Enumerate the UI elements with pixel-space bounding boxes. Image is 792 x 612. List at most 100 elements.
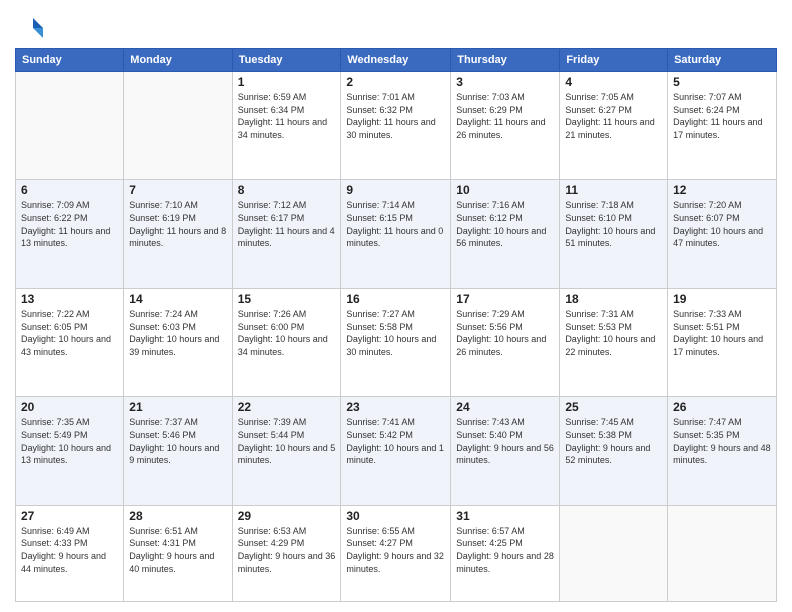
calendar-cell: 21 Sunrise: 7:37 AM Sunset: 5:46 PM Dayli… [124, 397, 232, 505]
day-number: 10 [456, 183, 554, 197]
calendar-cell: 31Sunrise: 6:57 AM Sunset: 4:25 PM Dayli… [451, 505, 560, 601]
calendar-week-2: 6 Sunrise: 7:09 AM Sunset: 6:22 PM Daylig… [16, 180, 777, 288]
calendar-cell: 15Sunrise: 7:26 AM Sunset: 6:00 PM Dayli… [232, 288, 341, 396]
day-number: 11 [565, 183, 662, 197]
day-info: Sunrise: 6:51 AM Sunset: 4:31 PM Dayligh… [129, 525, 226, 575]
day-info: Sunrise: 7:37 AM Sunset: 5:46 PM Dayligh… [129, 416, 226, 466]
day-number: 16 [346, 292, 445, 306]
day-info: Sunrise: 6:55 AM Sunset: 4:27 PM Dayligh… [346, 525, 445, 575]
calendar-cell: 22 Sunrise: 7:39 AM Sunset: 5:44 PM Dayli… [232, 397, 341, 505]
calendar-header-row: SundayMondayTuesdayWednesdayThursdayFrid… [16, 49, 777, 72]
calendar-cell: 1 Sunrise: 6:59 AM Sunset: 6:34 PM Daylig… [232, 72, 341, 180]
day-info: Sunrise: 7:09 AM Sunset: 6:22 PM Dayligh… [21, 199, 118, 249]
day-number: 20 [21, 400, 118, 414]
calendar-cell: 7Sunrise: 7:10 AM Sunset: 6:19 PM Daylig… [124, 180, 232, 288]
calendar-cell: 5 Sunrise: 7:07 AM Sunset: 6:24 PM Daylig… [668, 72, 777, 180]
calendar-week-4: 20 Sunrise: 7:35 AM Sunset: 5:49 PM Dayli… [16, 397, 777, 505]
day-number: 25 [565, 400, 662, 414]
logo-icon [15, 14, 43, 42]
day-info: Sunrise: 7:20 AM Sunset: 6:07 PM Dayligh… [673, 199, 771, 249]
calendar-cell: 26 Sunrise: 7:47 AM Sunset: 5:35 PM Dayli… [668, 397, 777, 505]
day-number: 23 [346, 400, 445, 414]
day-number: 29 [238, 509, 336, 523]
calendar-cell: 18 Sunrise: 7:31 AM Sunset: 5:53 PM Dayli… [560, 288, 668, 396]
weekday-header-saturday: Saturday [668, 49, 777, 72]
calendar-cell: 11 Sunrise: 7:18 AM Sunset: 6:10 PM Dayli… [560, 180, 668, 288]
calendar-cell: 23 Sunrise: 7:41 AM Sunset: 5:42 PM Dayli… [341, 397, 451, 505]
day-info: Sunrise: 7:07 AM Sunset: 6:24 PM Dayligh… [673, 91, 771, 141]
day-number: 2 [346, 75, 445, 89]
calendar-cell: 12 Sunrise: 7:20 AM Sunset: 6:07 PM Dayli… [668, 180, 777, 288]
calendar-cell [16, 72, 124, 180]
calendar-cell [668, 505, 777, 601]
day-info: Sunrise: 7:10 AM Sunset: 6:19 PM Dayligh… [129, 199, 226, 249]
day-number: 5 [673, 75, 771, 89]
day-number: 8 [238, 183, 336, 197]
day-info: Sunrise: 7:35 AM Sunset: 5:49 PM Dayligh… [21, 416, 118, 466]
weekday-header-friday: Friday [560, 49, 668, 72]
day-number: 30 [346, 509, 445, 523]
day-info: Sunrise: 6:53 AM Sunset: 4:29 PM Dayligh… [238, 525, 336, 575]
day-number: 24 [456, 400, 554, 414]
day-number: 22 [238, 400, 336, 414]
day-info: Sunrise: 7:03 AM Sunset: 6:29 PM Dayligh… [456, 91, 554, 141]
calendar-cell: 8Sunrise: 7:12 AM Sunset: 6:17 PM Daylig… [232, 180, 341, 288]
day-info: Sunrise: 7:33 AM Sunset: 5:51 PM Dayligh… [673, 308, 771, 358]
day-number: 31 [456, 509, 554, 523]
calendar-cell: 30 Sunrise: 6:55 AM Sunset: 4:27 PM Dayli… [341, 505, 451, 601]
day-number: 14 [129, 292, 226, 306]
calendar-cell: 19Sunrise: 7:33 AM Sunset: 5:51 PM Dayli… [668, 288, 777, 396]
day-number: 15 [238, 292, 336, 306]
weekday-header-wednesday: Wednesday [341, 49, 451, 72]
logo [15, 14, 47, 42]
calendar-cell: 6 Sunrise: 7:09 AM Sunset: 6:22 PM Daylig… [16, 180, 124, 288]
day-info: Sunrise: 6:49 AM Sunset: 4:33 PM Dayligh… [21, 525, 118, 575]
calendar-cell: 25 Sunrise: 7:45 AM Sunset: 5:38 PM Dayli… [560, 397, 668, 505]
calendar-cell [560, 505, 668, 601]
weekday-header-thursday: Thursday [451, 49, 560, 72]
calendar-cell: 10Sunrise: 7:16 AM Sunset: 6:12 PM Dayli… [451, 180, 560, 288]
day-info: Sunrise: 7:22 AM Sunset: 6:05 PM Dayligh… [21, 308, 118, 358]
day-info: Sunrise: 7:41 AM Sunset: 5:42 PM Dayligh… [346, 416, 445, 466]
day-info: Sunrise: 7:47 AM Sunset: 5:35 PM Dayligh… [673, 416, 771, 466]
calendar-cell: 3 Sunrise: 7:03 AM Sunset: 6:29 PM Daylig… [451, 72, 560, 180]
calendar-week-1: 1 Sunrise: 6:59 AM Sunset: 6:34 PM Daylig… [16, 72, 777, 180]
page: SundayMondayTuesdayWednesdayThursdayFrid… [0, 0, 792, 612]
calendar-cell: 29 Sunrise: 6:53 AM Sunset: 4:29 PM Dayli… [232, 505, 341, 601]
day-info: Sunrise: 7:39 AM Sunset: 5:44 PM Dayligh… [238, 416, 336, 466]
calendar-cell: 4 Sunrise: 7:05 AM Sunset: 6:27 PM Daylig… [560, 72, 668, 180]
day-number: 13 [21, 292, 118, 306]
day-number: 9 [346, 183, 445, 197]
day-info: Sunrise: 7:24 AM Sunset: 6:03 PM Dayligh… [129, 308, 226, 358]
day-info: Sunrise: 7:31 AM Sunset: 5:53 PM Dayligh… [565, 308, 662, 358]
day-number: 26 [673, 400, 771, 414]
day-info: Sunrise: 7:05 AM Sunset: 6:27 PM Dayligh… [565, 91, 662, 141]
day-info: Sunrise: 7:43 AM Sunset: 5:40 PM Dayligh… [456, 416, 554, 466]
calendar: SundayMondayTuesdayWednesdayThursdayFrid… [15, 48, 777, 602]
day-number: 21 [129, 400, 226, 414]
calendar-cell: 13 Sunrise: 7:22 AM Sunset: 6:05 PM Dayli… [16, 288, 124, 396]
day-info: Sunrise: 7:45 AM Sunset: 5:38 PM Dayligh… [565, 416, 662, 466]
day-number: 3 [456, 75, 554, 89]
day-number: 27 [21, 509, 118, 523]
weekday-header-sunday: Sunday [16, 49, 124, 72]
calendar-cell: 27 Sunrise: 6:49 AM Sunset: 4:33 PM Dayli… [16, 505, 124, 601]
calendar-cell: 24 Sunrise: 7:43 AM Sunset: 5:40 PM Dayli… [451, 397, 560, 505]
calendar-cell: 16 Sunrise: 7:27 AM Sunset: 5:58 PM Dayli… [341, 288, 451, 396]
day-info: Sunrise: 7:14 AM Sunset: 6:15 PM Dayligh… [346, 199, 445, 249]
day-number: 12 [673, 183, 771, 197]
day-info: Sunrise: 7:18 AM Sunset: 6:10 PM Dayligh… [565, 199, 662, 249]
day-number: 4 [565, 75, 662, 89]
day-number: 18 [565, 292, 662, 306]
day-info: Sunrise: 7:29 AM Sunset: 5:56 PM Dayligh… [456, 308, 554, 358]
day-info: Sunrise: 7:27 AM Sunset: 5:58 PM Dayligh… [346, 308, 445, 358]
calendar-body: 1 Sunrise: 6:59 AM Sunset: 6:34 PM Daylig… [16, 72, 777, 602]
day-number: 6 [21, 183, 118, 197]
calendar-cell: 9 Sunrise: 7:14 AM Sunset: 6:15 PM Daylig… [341, 180, 451, 288]
day-number: 1 [238, 75, 336, 89]
calendar-cell: 2Sunrise: 7:01 AM Sunset: 6:32 PM Daylig… [341, 72, 451, 180]
calendar-cell: 28Sunrise: 6:51 AM Sunset: 4:31 PM Dayli… [124, 505, 232, 601]
day-info: Sunrise: 6:59 AM Sunset: 6:34 PM Dayligh… [238, 91, 336, 141]
calendar-cell [124, 72, 232, 180]
calendar-cell: 17Sunrise: 7:29 AM Sunset: 5:56 PM Dayli… [451, 288, 560, 396]
